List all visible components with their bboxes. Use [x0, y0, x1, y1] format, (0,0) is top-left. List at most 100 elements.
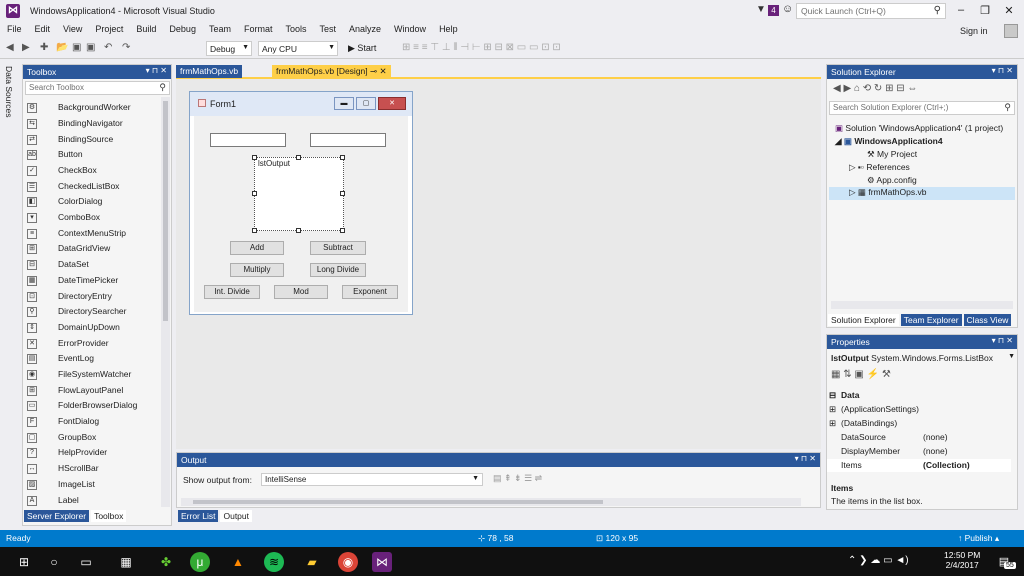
- publish-button[interactable]: ↑ Publish ▴: [958, 533, 999, 544]
- property-category-data[interactable]: ⊟ Data: [827, 389, 1011, 402]
- sticky-notes-icon[interactable]: ▰: [302, 552, 322, 572]
- platform-select[interactable]: Any CPU ▼: [258, 41, 338, 56]
- toolbox-item[interactable]: ⇄ BindingSource: [27, 134, 162, 149]
- tab-error-list[interactable]: Error List: [178, 510, 219, 522]
- tree-item-app-config[interactable]: ⚙ App.config: [867, 175, 917, 186]
- toolbox-item[interactable]: ⚲ DirectorySearcher: [27, 306, 162, 321]
- toolbox-item[interactable]: ✕ ErrorProvider: [27, 338, 162, 353]
- back-icon[interactable]: ◀: [6, 42, 14, 53]
- configuration-select[interactable]: Debug ▼: [206, 41, 252, 56]
- toolbox-item[interactable]: ⚙ BackgroundWorker: [27, 102, 162, 117]
- minimize-button[interactable]: –: [952, 4, 970, 16]
- add-button[interactable]: Add: [230, 241, 284, 255]
- expand-icon[interactable]: ⊞: [829, 404, 836, 415]
- panel-controls-icon[interactable]: ▾ ⊓ ✕: [795, 454, 816, 463]
- toolbox-item[interactable]: A Label: [27, 495, 162, 510]
- clock[interactable]: 12:50 PM 2/4/2017: [944, 550, 980, 570]
- menu-team[interactable]: Team: [202, 22, 237, 34]
- tree-item-references[interactable]: ▷ ▪▫ References: [849, 162, 910, 173]
- listbox-output[interactable]: lstOutput: [254, 157, 344, 231]
- menu-help[interactable]: Help: [432, 22, 464, 34]
- clover-icon[interactable]: ✤: [156, 552, 176, 572]
- toolbox-item[interactable]: ab Button: [27, 149, 162, 164]
- resize-handle[interactable]: [252, 155, 257, 160]
- toolbox-item[interactable]: ? HelpProvider: [27, 447, 162, 462]
- toolbox-item[interactable]: ▨ ImageList: [27, 479, 162, 494]
- solution-node[interactable]: ▣ Solution 'WindowsApplication4' (1 proj…: [835, 123, 1003, 134]
- property-row[interactable]: Items (Collection): [827, 459, 1011, 472]
- resize-handle[interactable]: [296, 228, 301, 233]
- task-view-icon[interactable]: ▭: [76, 552, 96, 572]
- cortana-icon[interactable]: ○: [44, 552, 64, 572]
- menu-debug[interactable]: Debug: [162, 22, 202, 34]
- toolbox-item[interactable]: ▤ EventLog: [27, 353, 162, 368]
- expand-icon[interactable]: ▷: [849, 187, 856, 197]
- multiply-button[interactable]: Multiply: [230, 263, 284, 277]
- menu-tools[interactable]: Tools: [278, 22, 312, 34]
- save-all-icon[interactable]: ▣: [86, 42, 95, 53]
- tree-item-my-project[interactable]: ⚒ My Project: [867, 149, 917, 160]
- toolbox-search-input[interactable]: Search Toolbox ⚲: [25, 81, 170, 95]
- properties-toolbar[interactable]: ▦ ⇅ ▣ ⚡ ⚒: [831, 369, 891, 380]
- property-row[interactable]: ⊞ (ApplicationSettings): [827, 403, 1011, 416]
- expand-icon[interactable]: ▷: [849, 162, 856, 172]
- menu-window[interactable]: Window: [387, 22, 432, 34]
- menu-view[interactable]: View: [56, 22, 88, 34]
- toolbox-item[interactable]: ▢ GroupBox: [27, 432, 162, 447]
- output-scrollbar-thumb[interactable]: [193, 500, 603, 504]
- toolbox-item[interactable]: F FontDialog: [27, 416, 162, 431]
- restore-button[interactable]: ❐: [976, 4, 994, 17]
- visual-studio-taskbar-icon[interactable]: ⋈: [372, 552, 392, 572]
- calculator-icon[interactable]: ▦: [116, 552, 136, 572]
- save-icon[interactable]: ▣: [72, 42, 81, 53]
- solution-search-input[interactable]: Search Solution Explorer (Ctrl+;) ⚲: [829, 101, 1015, 115]
- quick-launch-input[interactable]: Quick Launch (Ctrl+Q) ⚲: [796, 3, 946, 19]
- spotify-icon[interactable]: ≋: [264, 552, 284, 572]
- forward-icon[interactable]: ▶: [22, 42, 30, 53]
- toolbox-item[interactable]: ⊞ FlowLayoutPanel: [27, 385, 162, 400]
- utorrent-icon[interactable]: μ: [190, 552, 210, 572]
- property-row[interactable]: ⊞ (DataBindings): [827, 417, 1011, 430]
- menu-project[interactable]: Project: [88, 22, 129, 34]
- toolbox-item[interactable]: ≡ ContextMenuStrip: [27, 228, 162, 243]
- textbox-second[interactable]: [310, 133, 386, 147]
- toolbox-item[interactable]: ▭ FolderBrowserDialog: [27, 400, 162, 415]
- start-button[interactable]: ▶ Start: [348, 43, 376, 54]
- toolbox-scrollbar-thumb[interactable]: [163, 101, 168, 321]
- subtract-button[interactable]: Subtract: [310, 241, 366, 255]
- toolbox-item[interactable]: ▾ ComboBox: [27, 212, 162, 227]
- pin-icon[interactable]: ⊸: [370, 66, 377, 76]
- menu-build[interactable]: Build: [129, 22, 162, 34]
- mod-button[interactable]: Mod: [274, 285, 328, 299]
- collapse-icon[interactable]: ⊟: [829, 390, 836, 401]
- properties-object-select[interactable]: lstOutput System.Windows.Forms.ListBox ▼: [831, 353, 1015, 363]
- menu-format[interactable]: Format: [237, 22, 279, 34]
- feedback-icon[interactable]: ☺: [782, 3, 793, 15]
- toolbox-item[interactable]: ▦ DateTimePicker: [27, 275, 162, 290]
- panel-controls-icon[interactable]: ▾ ⊓ ✕: [146, 66, 167, 75]
- vlc-icon[interactable]: ▲: [228, 552, 248, 572]
- output-tool-icons[interactable]: ▤ ⇞ ⇟ ☰ ⇌: [493, 473, 542, 484]
- chrome-icon[interactable]: ◉: [338, 552, 358, 572]
- toolbox-item[interactable]: ☰ CheckedListBox: [27, 181, 162, 196]
- open-file-icon[interactable]: 📂: [56, 42, 68, 53]
- solution-scrollbar[interactable]: [831, 301, 1013, 309]
- toolbox-item[interactable]: ◧ ColorDialog: [27, 196, 162, 211]
- toolbox-item[interactable]: ⊟ DataSet: [27, 259, 162, 274]
- project-node[interactable]: ◢ ▣ WindowsApplication4: [835, 136, 943, 147]
- int-divide-button[interactable]: Int. Divide: [204, 285, 260, 299]
- property-row[interactable]: DisplayMember (none): [827, 445, 1011, 458]
- undo-icon[interactable]: ↶: [104, 42, 112, 53]
- solution-explorer-toolbar[interactable]: ◀ ▶ ⌂ ⟲ ↻ ⊞ ⊟ ⇔: [833, 83, 917, 94]
- textbox-first[interactable]: [210, 133, 286, 147]
- long-divide-button[interactable]: Long Divide: [310, 263, 366, 277]
- toolbox-item[interactable]: ⊞ DataGridView: [27, 243, 162, 258]
- toolbox-item[interactable]: ⊡ DirectoryEntry: [27, 291, 162, 306]
- resize-handle[interactable]: [340, 228, 345, 233]
- resize-handle[interactable]: [296, 155, 301, 160]
- toolbox-item[interactable]: ⇆ BindingNavigator: [27, 118, 162, 133]
- tab-frmmathops-design[interactable]: frmMathOps.vb [Design] ⊸ ✕: [272, 65, 391, 78]
- toolbox-item[interactable]: ◉ FileSystemWatcher: [27, 369, 162, 384]
- resize-handle[interactable]: [252, 228, 257, 233]
- tab-frmmathops-code[interactable]: frmMathOps.vb: [176, 65, 243, 78]
